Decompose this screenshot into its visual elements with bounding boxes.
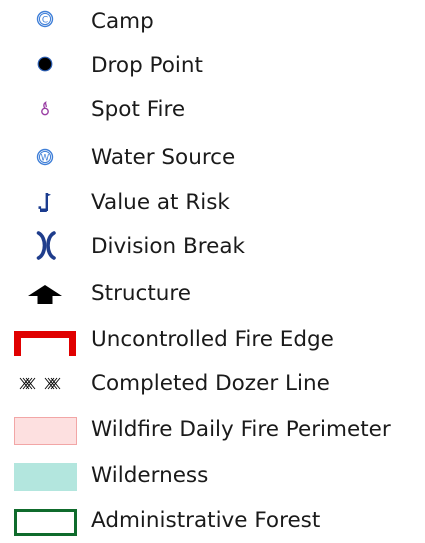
spot-fire-icon: [0, 88, 90, 132]
legend-item-camp: C Camp: [0, 0, 425, 44]
legend-label-uncontrolled-fire-edge: Uncontrolled Fire Edge: [91, 327, 334, 352]
legend-item-wildfire-daily-fire-perimeter: Wildfire Daily Fire Perimeter: [0, 408, 425, 452]
legend-item-structure: Structure: [0, 272, 425, 316]
legend-item-wilderness: Wilderness: [0, 454, 425, 498]
legend-item-value-at-risk: Value at Risk: [0, 181, 425, 225]
map-legend: C Camp Drop Point Spot Fire W Water Sour…: [0, 0, 425, 543]
legend-label-completed-dozer-line: Completed Dozer Line: [91, 371, 330, 396]
camp-icon-letter: C: [42, 15, 48, 25]
drop-point-icon: [0, 44, 90, 88]
legend-item-spot-fire: Spot Fire: [0, 88, 425, 132]
legend-label-wilderness: Wilderness: [91, 463, 209, 488]
camp-icon: C: [0, 0, 90, 44]
administrative-forest-swatch: [0, 499, 90, 543]
legend-item-division-break: Division Break: [0, 225, 425, 269]
legend-item-administrative-forest: Administrative Forest: [0, 499, 425, 543]
structure-icon: [0, 272, 90, 316]
legend-label-wildfire-daily-fire-perimeter: Wildfire Daily Fire Perimeter: [91, 417, 391, 442]
value-at-risk-flag-icon: [0, 181, 90, 225]
legend-label-camp: Camp: [91, 9, 154, 34]
wilderness-swatch: [0, 454, 90, 498]
legend-label-water-source: Water Source: [91, 145, 236, 170]
legend-label-spot-fire: Spot Fire: [91, 97, 186, 122]
legend-label-structure: Structure: [91, 281, 192, 306]
legend-item-drop-point: Drop Point: [0, 44, 425, 88]
completed-dozer-line-symbol: [0, 362, 90, 406]
uncontrolled-fire-edge-symbol: [0, 318, 90, 362]
legend-item-completed-dozer-line: Completed Dozer Line: [0, 362, 425, 406]
water-source-icon: W: [0, 136, 90, 180]
daily-fire-perimeter-swatch: [0, 408, 90, 452]
legend-label-division-break: Division Break: [91, 234, 245, 259]
legend-label-administrative-forest: Administrative Forest: [91, 508, 321, 533]
legend-label-value-at-risk: Value at Risk: [91, 190, 230, 215]
water-source-icon-letter: W: [41, 153, 50, 163]
legend-item-uncontrolled-fire-edge: Uncontrolled Fire Edge: [0, 318, 425, 362]
legend-item-water-source: W Water Source: [0, 136, 425, 180]
legend-label-drop-point: Drop Point: [91, 53, 203, 78]
division-break-icon: [0, 225, 90, 269]
